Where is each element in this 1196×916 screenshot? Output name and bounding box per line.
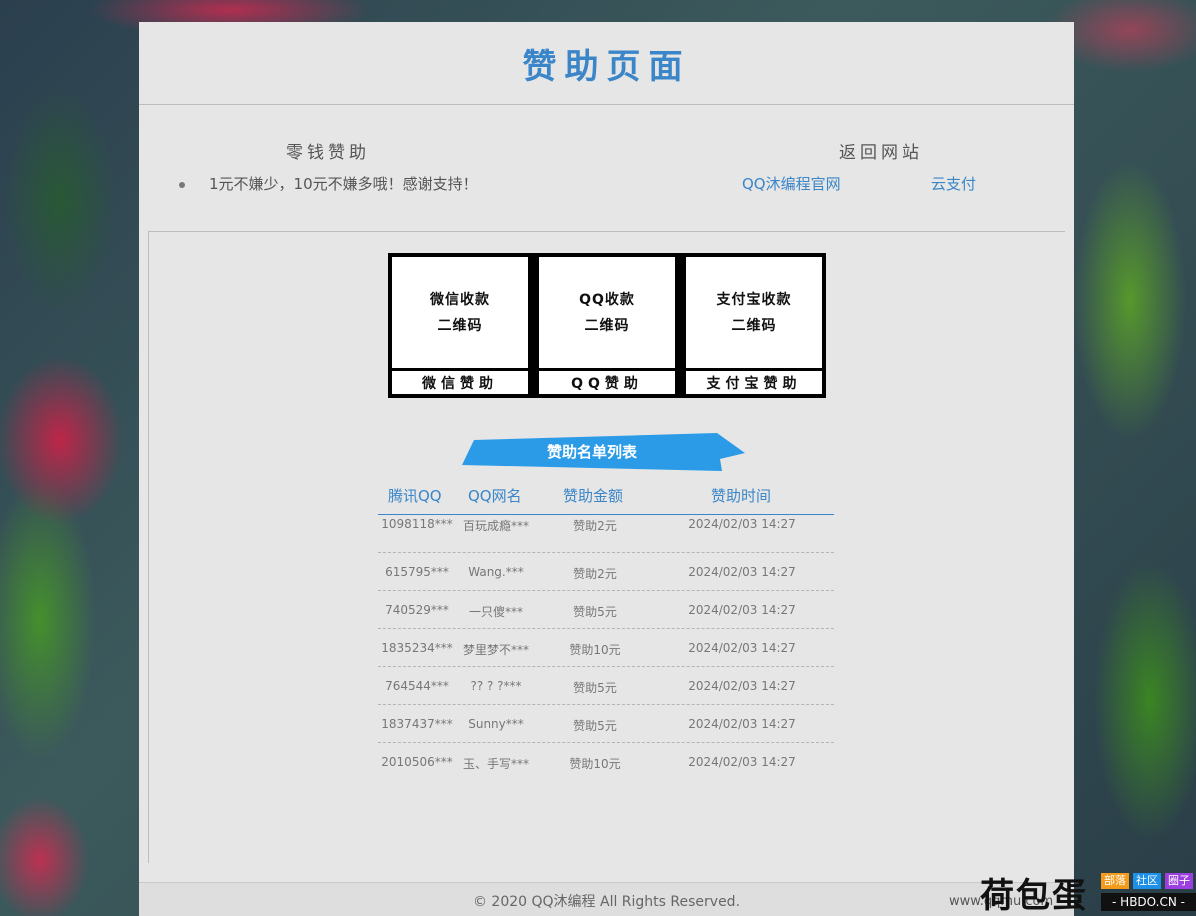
table-header: 腾讯QQ QQ网名 赞助金额 赞助时间 xyxy=(378,477,834,515)
qr-caption: 支付宝赞助 xyxy=(686,371,822,394)
qr-qq: QQ收款 二维码 QQ赞助 xyxy=(539,257,675,394)
header-time: 赞助时间 xyxy=(711,487,772,505)
cell-qq: 740529*** xyxy=(385,603,449,617)
header-nickname: QQ网名 xyxy=(468,487,522,505)
table-row: 740529*** 一只傻*** 赞助5元 2024/02/03 14:27 xyxy=(378,591,834,629)
banner-text: 赞助名单列表 xyxy=(546,443,637,461)
cell-nickname: 玉、手写*** xyxy=(462,757,530,771)
cell-nickname: Sunny*** xyxy=(468,717,524,731)
qr-alipay: 支付宝收款 二维码 支付宝赞助 xyxy=(686,257,822,394)
link-official-site[interactable]: QQ沐编程官网 xyxy=(742,173,841,194)
qr-sublabel: 二维码 xyxy=(437,317,483,334)
copyright-text: © 2020 QQ沐编程 All Rights Reserved. xyxy=(472,894,741,910)
cell-nickname: Wang.*** xyxy=(468,565,524,579)
info-section: 零钱赞助 返回网站 1元不嫌少，10元不嫌多哦！感谢支持！ QQ沐编程官网 云支… xyxy=(139,105,1074,231)
cell-amount: 赞助2元 xyxy=(573,519,617,533)
cell-time: 2024/02/03 14:27 xyxy=(688,517,796,531)
qr-sublabel: 二维码 xyxy=(731,317,777,334)
table-row: 2010506*** 玉、手写*** 赞助10元 2024/02/03 14:27 xyxy=(378,743,834,781)
bullet-icon xyxy=(179,181,185,188)
cell-time: 2024/02/03 14:27 xyxy=(688,565,796,579)
cell-time: 2024/02/03 14:27 xyxy=(688,603,796,617)
content-area: 微信收款 二维码 微信赞助 QQ收款 二维码 QQ赞助 支付宝收款 二维码 支付… xyxy=(148,231,1065,863)
table-body: 1098118*** 百玩成瘾*** 赞助2元 2024/02/03 14:27 615… xyxy=(378,515,834,781)
cell-qq: 615795*** xyxy=(385,565,449,579)
watermark-domain: - HBDO.CN - xyxy=(1101,893,1196,911)
header-amount: 赞助金额 xyxy=(563,487,624,505)
table-row: 764544*** ?? ? ?*** 赞助5元 2024/02/03 14:27 xyxy=(378,667,834,705)
cell-amount: 赞助2元 xyxy=(573,567,617,581)
sponsor-table: 腾讯QQ QQ网名 赞助金额 赞助时间 1098118*** 百玩成瘾*** 赞助2… xyxy=(378,477,834,781)
watermark-tag: 社区 xyxy=(1133,873,1161,889)
qr-wechat: 微信收款 二维码 微信赞助 xyxy=(392,257,528,394)
header-qq: 腾讯QQ xyxy=(388,487,442,505)
table-row: 1837437*** Sunny*** 赞助5元 2024/02/03 14:27 xyxy=(378,705,834,743)
footer: © 2020 QQ沐编程 All Rights Reserved. xyxy=(139,882,1074,916)
cell-time: 2024/02/03 14:27 xyxy=(688,641,796,655)
table-row: 615795*** Wang.*** 赞助2元 2024/02/03 14:27 xyxy=(378,553,834,591)
link-cloud-pay[interactable]: 云支付 xyxy=(931,173,976,194)
qr-code-row: 微信收款 二维码 微信赞助 QQ收款 二维码 QQ赞助 支付宝收款 二维码 支付… xyxy=(388,253,826,398)
qr-code-image: 支付宝收款 二维码 xyxy=(686,257,822,368)
qr-code-image: QQ收款 二维码 xyxy=(539,257,675,368)
cell-qq: 1098118*** xyxy=(381,517,453,531)
qr-caption: 微信赞助 xyxy=(392,371,528,394)
donate-note-item: 1元不嫌少，10元不嫌多哦！感谢支持！ xyxy=(179,173,478,194)
qr-code-image: 微信收款 二维码 xyxy=(392,257,528,368)
table-row: 1098118*** 百玩成瘾*** 赞助2元 2024/02/03 14:27 xyxy=(378,515,834,553)
donate-heading: 零钱赞助 xyxy=(286,143,370,163)
cell-qq: 1837437*** xyxy=(381,717,453,731)
watermark-tag: 部落 xyxy=(1101,873,1129,889)
cell-nickname: 梦里梦不*** xyxy=(462,643,530,657)
cell-nickname: 百玩成瘾*** xyxy=(462,519,530,533)
cell-amount: 赞助5元 xyxy=(573,681,617,695)
qr-label: 微信收款 xyxy=(430,291,490,308)
cell-qq: 2010506*** xyxy=(381,755,453,769)
site-watermark: www.qqmu.com 荷包蛋 部落 社区 圈子 - HBDO.CN - xyxy=(949,868,1196,916)
cell-qq: 764544*** xyxy=(385,679,449,693)
return-heading: 返回网站 xyxy=(839,143,923,163)
cell-amount: 赞助5元 xyxy=(573,719,617,733)
cell-nickname: ?? ? ?*** xyxy=(470,679,522,693)
qr-label: QQ收款 xyxy=(579,291,635,308)
cell-qq: 1835234*** xyxy=(381,641,453,655)
sponsor-panel: 赞助页面 零钱赞助 返回网站 1元不嫌少，10元不嫌多哦！感谢支持！ QQ沐编程… xyxy=(139,22,1074,916)
watermark-tag: 圈子 xyxy=(1165,873,1193,889)
qr-sublabel: 二维码 xyxy=(584,317,630,334)
cell-amount: 赞助10元 xyxy=(569,757,621,771)
cell-time: 2024/02/03 14:27 xyxy=(688,717,796,731)
cell-nickname: 一只傻*** xyxy=(468,605,524,619)
page-header: 赞助页面 xyxy=(139,22,1074,105)
qr-label: 支付宝收款 xyxy=(716,291,792,308)
qr-caption: QQ赞助 xyxy=(539,371,675,394)
cell-amount: 赞助10元 xyxy=(569,643,621,657)
cell-time: 2024/02/03 14:27 xyxy=(688,755,796,769)
sponsor-list-banner: 赞助名单列表 xyxy=(462,433,745,471)
donate-note: 1元不嫌少，10元不嫌多哦！感谢支持！ xyxy=(209,175,478,193)
table-row: 1835234*** 梦里梦不*** 赞助10元 2024/02/03 14:27 xyxy=(378,629,834,667)
watermark-brand: 荷包蛋 xyxy=(980,876,1088,916)
page-title: 赞助页面 xyxy=(522,46,691,87)
cell-time: 2024/02/03 14:27 xyxy=(688,679,796,693)
cell-amount: 赞助5元 xyxy=(573,605,617,619)
